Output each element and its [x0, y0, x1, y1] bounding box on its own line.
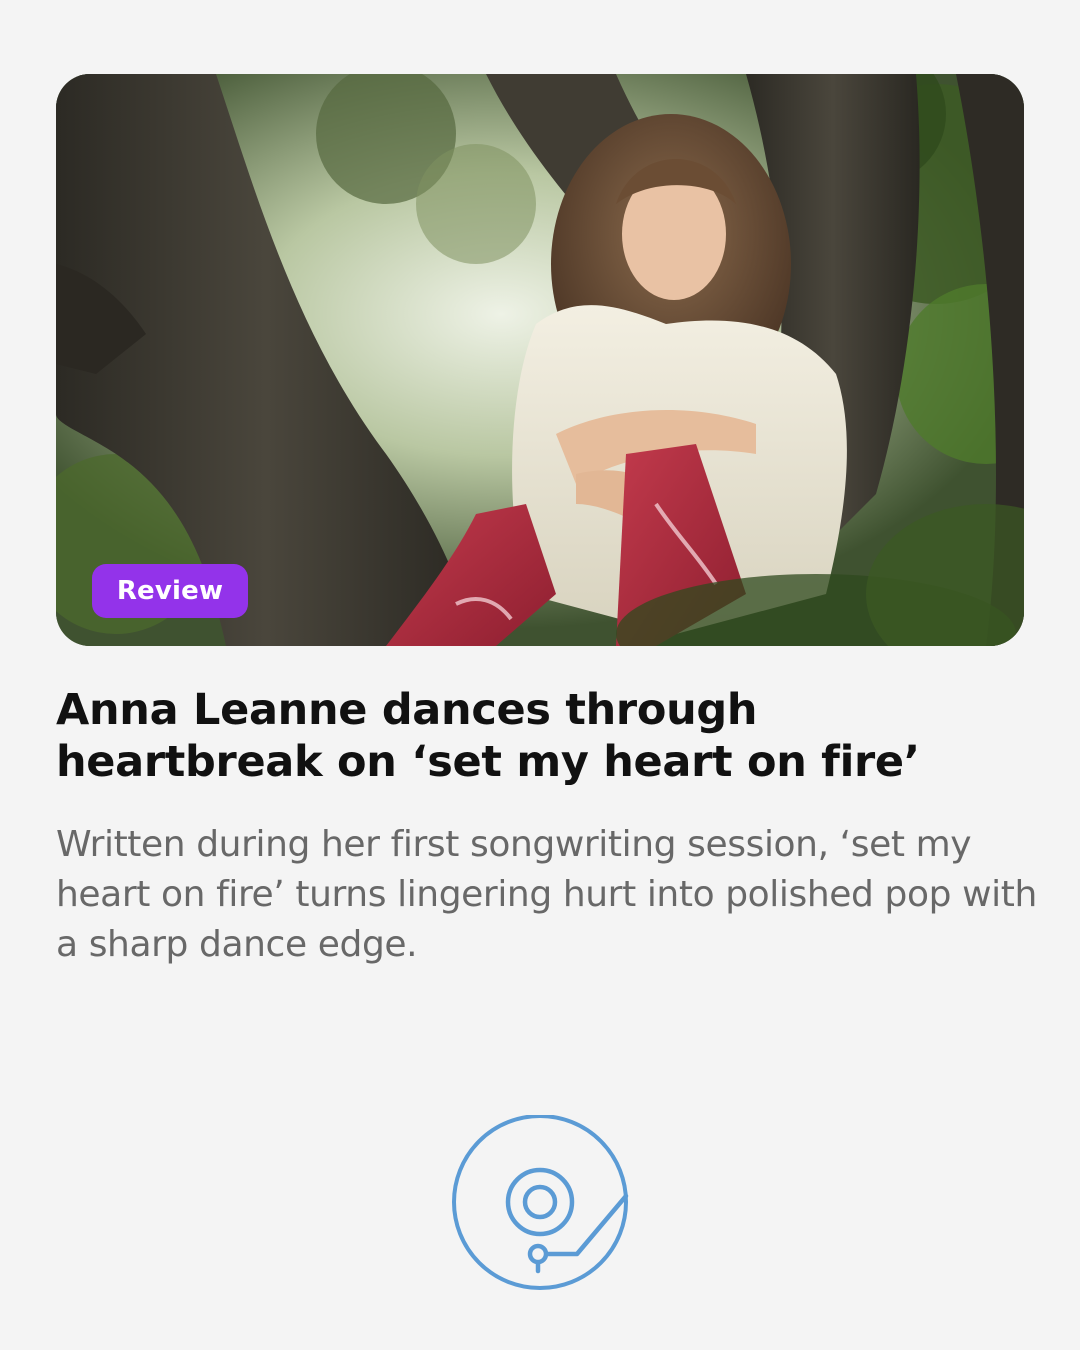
review-badge[interactable]: Review — [92, 564, 248, 618]
article-card[interactable]: Review Anna Leanne dances through heartb… — [0, 0, 1080, 1350]
hero-photo[interactable] — [56, 74, 1024, 646]
article-summary: Written during her first songwriting ses… — [56, 824, 1037, 965]
vinyl-record-turntable-icon — [450, 1114, 630, 1295]
article-title[interactable]: Anna Leanne dances through heartbreak on… — [56, 684, 1036, 788]
hero-photo-illustration — [56, 74, 1024, 646]
